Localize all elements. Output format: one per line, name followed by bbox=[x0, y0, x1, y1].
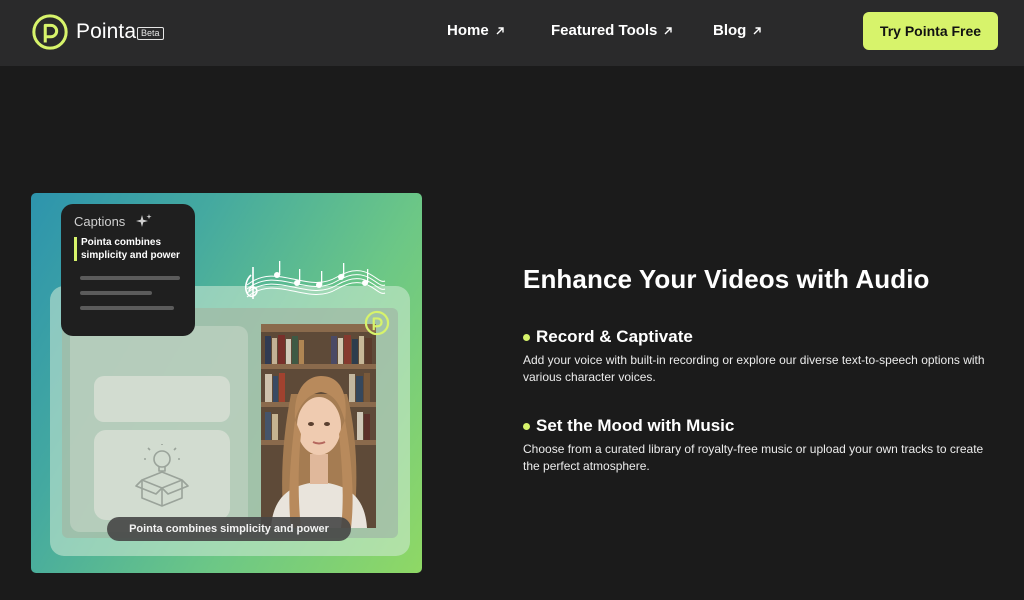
brand-name[interactable]: Pointa bbox=[76, 20, 136, 44]
feature-title-music: Set the Mood with Music bbox=[523, 416, 734, 436]
caption-placeholder-line bbox=[80, 276, 180, 280]
try-pointa-free-button[interactable]: Try Pointa Free bbox=[863, 12, 998, 50]
caption-placeholder-line bbox=[80, 306, 174, 310]
sparkle-icon bbox=[136, 214, 152, 227]
pointa-badge-icon bbox=[364, 310, 390, 336]
captions-title: Captions bbox=[74, 214, 126, 229]
nav-blog-label: Blog bbox=[713, 22, 747, 39]
feature-title-record-text: Record & Captivate bbox=[536, 327, 693, 346]
placeholder-card bbox=[94, 376, 230, 422]
feature-title-music-text: Set the Mood with Music bbox=[536, 416, 735, 435]
nav-featured-tools-link[interactable]: Featured Tools bbox=[551, 22, 673, 39]
top-navbar: Pointa Beta Home Featured Tools Blog Try… bbox=[0, 0, 1024, 66]
caption-text: Pointa combines simplicity and power bbox=[81, 237, 180, 261]
presenter-photo bbox=[261, 324, 376, 528]
arrow-up-right-icon bbox=[496, 26, 504, 34]
lightbulb-box-icon bbox=[135, 444, 189, 507]
audio-feature-illustration: Captions Pointa combines simplicity and … bbox=[31, 193, 422, 573]
nav-blog-link[interactable]: Blog bbox=[713, 22, 762, 39]
idea-card bbox=[94, 430, 230, 520]
music-notes-icon bbox=[244, 261, 386, 299]
bullet-dot-icon bbox=[523, 422, 530, 430]
captions-panel: Captions Pointa combines simplicity and … bbox=[61, 204, 195, 336]
nav-home-link[interactable]: Home bbox=[447, 22, 505, 39]
bullet-dot-icon bbox=[523, 333, 530, 341]
editor-side-panel bbox=[70, 326, 248, 532]
caption-accent-bar bbox=[74, 237, 77, 261]
arrow-up-right-icon bbox=[664, 26, 673, 34]
feature-title-record: Record & Captivate bbox=[523, 327, 693, 347]
feature-desc-record: Add your voice with built-in recording o… bbox=[523, 353, 985, 384]
nav-featured-tools-label: Featured Tools bbox=[551, 22, 658, 39]
caption-placeholder-line bbox=[80, 291, 152, 295]
beta-badge: Beta bbox=[137, 27, 164, 40]
arrow-up-right-icon bbox=[753, 26, 762, 34]
feature-desc-music: Choose from a curated library of royalty… bbox=[523, 442, 984, 473]
pointa-logo-icon[interactable] bbox=[31, 13, 69, 51]
section-headline: Enhance Your Videos with Audio bbox=[523, 264, 930, 294]
subtitle-bar: Pointa combines simplicity and power bbox=[107, 517, 351, 541]
nav-home-label: Home bbox=[447, 22, 489, 39]
